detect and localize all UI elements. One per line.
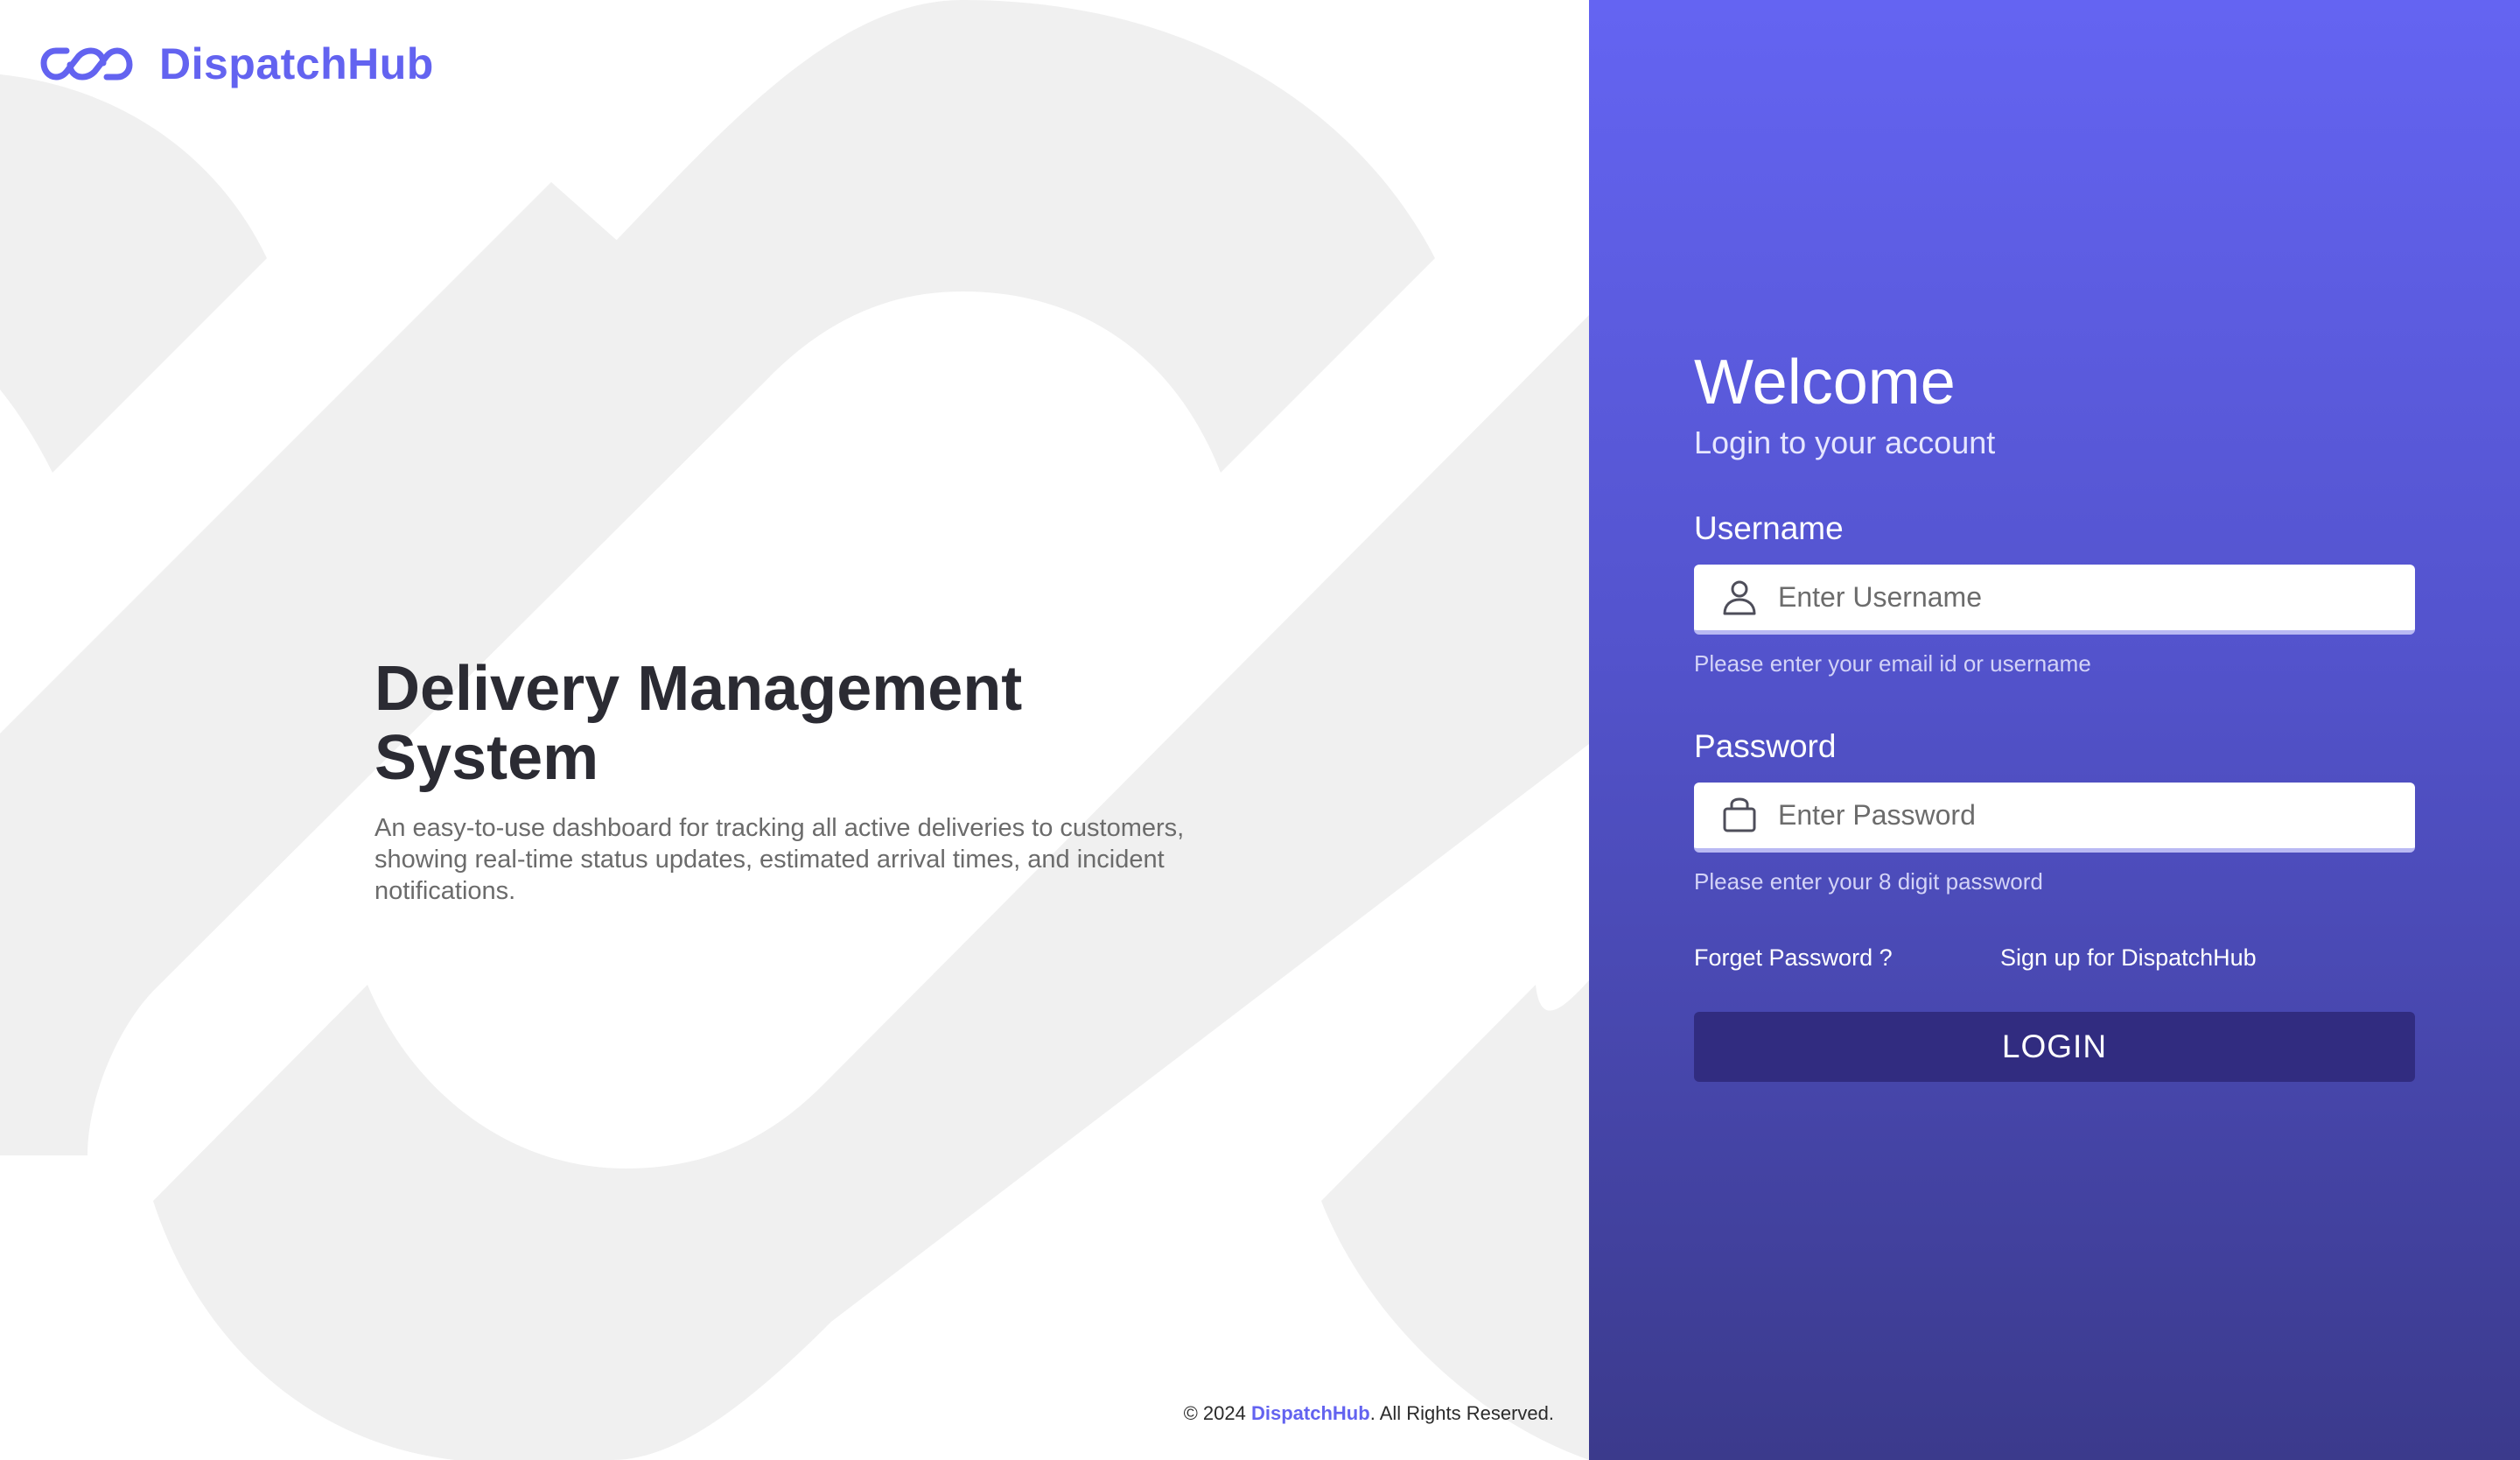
infinity-chain-icon bbox=[40, 47, 133, 81]
login-page: DispatchHub Delivery Management System A… bbox=[0, 0, 2520, 1460]
username-label: Username bbox=[1694, 509, 1844, 546]
login-panel: Welcome Login to your account Username P… bbox=[1589, 0, 2520, 1460]
login-form: Welcome Login to your account Username P… bbox=[1694, 347, 2415, 1082]
copyright-prefix: © 2024 bbox=[1183, 1402, 1251, 1424]
username-input[interactable] bbox=[1776, 579, 2375, 614]
forgot-password-link[interactable]: Forget Password ? bbox=[1694, 944, 2000, 972]
signup-link[interactable]: Sign up for DispatchHub bbox=[2000, 944, 2257, 972]
password-field[interactable] bbox=[1694, 782, 2415, 853]
copyright-suffix: . All Rights Reserved. bbox=[1369, 1402, 1554, 1424]
login-button[interactable]: LOGIN bbox=[1694, 1011, 2415, 1082]
login-subtitle: Login to your account bbox=[1694, 424, 1996, 460]
hero-section: Delivery Management System An easy-to-us… bbox=[374, 654, 1250, 907]
hero-title: Delivery Management System bbox=[374, 654, 1023, 794]
left-panel: DispatchHub Delivery Management System A… bbox=[0, 0, 1589, 1460]
lock-icon bbox=[1723, 797, 1756, 832]
copyright-brand-link[interactable]: DispatchHub bbox=[1251, 1402, 1370, 1424]
password-hint: Please enter your 8 digit password bbox=[1694, 867, 2043, 895]
welcome-heading: Welcome bbox=[1694, 347, 1956, 418]
brand-header[interactable]: DispatchHub bbox=[40, 39, 434, 89]
brand-name: DispatchHub bbox=[159, 39, 434, 88]
hero-description: An easy-to-use dashboard for tracking al… bbox=[374, 814, 1185, 906]
copyright-notice: © 2024 DispatchHub. All Rights Reserved. bbox=[1184, 1402, 1554, 1425]
username-hint: Please enter your email id or username bbox=[1694, 649, 2091, 677]
username-field[interactable] bbox=[1694, 564, 2415, 635]
password-input[interactable] bbox=[1776, 797, 2375, 832]
auth-links: Forget Password ? Sign up for DispatchHu… bbox=[1694, 944, 2415, 972]
password-label: Password bbox=[1694, 727, 1837, 764]
user-icon bbox=[1723, 580, 1756, 615]
